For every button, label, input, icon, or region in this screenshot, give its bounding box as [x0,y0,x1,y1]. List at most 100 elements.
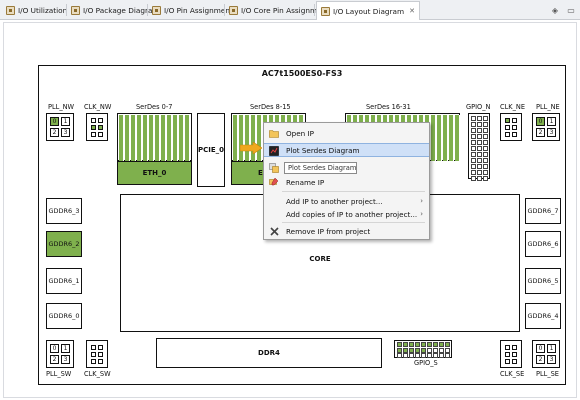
pll-cell: 1 [547,117,556,126]
pcie-0-block[interactable]: PCIE_0 [197,113,225,187]
gpio-pin [471,158,476,163]
gpio-pin [483,116,488,121]
gpio-pin [397,347,402,353]
view-menu-icon[interactable]: ▭ [565,4,577,16]
pll-cell: 3 [547,355,556,364]
pll-cell: 2 [50,355,59,364]
view-options-icon[interactable]: ◈ [549,4,561,16]
clk-cell [505,132,510,137]
gpio-pin [397,353,402,358]
tab-io-layout-diagram[interactable]: I/O Layout Diagram ✕ [316,1,421,20]
gpio-pin [477,134,482,139]
clk-cell [505,118,510,123]
serdes-lane [119,115,124,161]
tab-io-utilization[interactable]: I/O Utilization [2,2,71,19]
clk-cell [91,118,96,123]
pll-nw-block[interactable]: 0 1 2 3 [46,113,74,141]
clk-cell [98,118,103,123]
gpio-pin [471,152,476,157]
pll-se-label: PLL_SE [536,370,559,378]
folder-open-icon [269,128,279,138]
eth-0-block[interactable]: ETH_0 [117,161,192,185]
serdes-lane [131,115,136,161]
gpio-pin [471,122,476,127]
gpio-pin [403,347,408,353]
clk-cell [91,345,96,350]
ddr4-block[interactable]: DDR4 [156,338,382,368]
tab-label: I/O Pin Assignment [164,6,233,15]
gddr6-3-block[interactable]: GDDR6_3 [46,198,82,224]
gddr6-6-block[interactable]: GDDR6_6 [525,231,561,257]
gpio-pin [483,128,488,133]
pll-ne-block[interactable]: 0 1 2 3 [532,113,560,141]
serdes-lane [431,115,436,161]
gpio-pin [483,170,488,175]
serdes-lane [245,115,250,161]
serdes-lane [437,115,442,161]
gpio-pin [483,122,488,127]
menu-item-label: Plot Serdes Diagram [286,145,360,155]
pll-cell: 2 [536,128,545,137]
clk-nw-block[interactable] [86,113,108,141]
gpio-pin [433,353,438,358]
menu-separator [282,191,425,192]
io-pin-assignment-icon [152,6,161,15]
menu-item-add-ip-to-another-project[interactable]: Add IP to another project... › [264,194,429,208]
gddr6-5-block[interactable]: GDDR6_5 [525,268,561,294]
gpio-pin [433,347,438,353]
gpio-pin [439,353,444,358]
gpio-n-bank[interactable] [468,113,490,181]
menu-item-add-copies-of-ip[interactable]: Add copies of IP to another project... › [264,207,429,221]
clk-cell [505,352,510,357]
clk-cell [512,352,517,357]
clk-cell [512,359,517,364]
close-icon[interactable]: ✕ [409,7,415,15]
pll-se-block[interactable]: 0 1 2 3 [532,340,560,368]
gpio-pin [445,342,450,347]
clk-se-label: CLK_SE [500,370,525,378]
clk-se-block[interactable] [500,340,522,368]
gddr6-2-label: GDDR6_2 [48,240,80,248]
menu-item-rename-ip[interactable]: Rename IP [264,175,429,189]
pll-cell: 1 [61,344,70,353]
gpio-pin [421,347,426,353]
gddr6-5-label: GDDR6_5 [527,277,559,285]
submenu-arrow-icon: › [420,197,423,205]
serdes-lane [149,115,154,161]
pll-nw-label: PLL_NW [48,103,75,111]
gpio-pin [477,170,482,175]
menu-item-remove-ip-from-project[interactable]: Remove IP from project [264,224,429,238]
menu-item-open-ip[interactable]: Open IP [264,126,429,140]
gddr6-2-block[interactable]: GDDR6_2 [46,231,82,257]
gddr6-1-label: GDDR6_1 [48,277,80,285]
serdes-0-7-bank[interactable] [117,113,192,161]
gpio-pin [483,134,488,139]
clk-sw-label: CLK_SW [84,370,111,378]
menu-item-plot-serdes-diagram[interactable]: Plot Serdes Diagram [264,143,429,157]
pll-cell: 3 [547,128,556,137]
tooltip: Plot Serdes Diagram [284,162,357,174]
gpio-pin [439,347,444,353]
remove-icon [269,226,279,236]
gddr6-1-block[interactable]: GDDR6_1 [46,268,82,294]
gpio-pin [445,347,450,353]
clk-cell [512,345,517,350]
serdes-16-31-label: SerDes 16-31 [366,103,411,111]
serdes-lane [137,115,142,161]
gpio-pin [415,353,420,358]
gpio-pin [421,353,426,358]
serdes-lane [239,115,244,161]
clk-cell [98,352,103,357]
menu-item-label: Add IP to another project... [286,196,383,206]
gpio-s-bank[interactable] [394,340,452,358]
clk-sw-block[interactable] [86,340,108,368]
gddr6-4-block[interactable]: GDDR6_4 [525,303,561,329]
gddr6-7-block[interactable]: GDDR6_7 [525,198,561,224]
serdes-lane [449,115,454,161]
submenu-arrow-icon: › [420,210,423,218]
gpio-pin [409,353,414,358]
gddr6-0-block[interactable]: GDDR6_0 [46,303,82,329]
clk-ne-block[interactable] [500,113,522,141]
io-core-pin-assignment-icon [229,6,238,15]
pll-sw-block[interactable]: 0 1 2 3 [46,340,74,368]
